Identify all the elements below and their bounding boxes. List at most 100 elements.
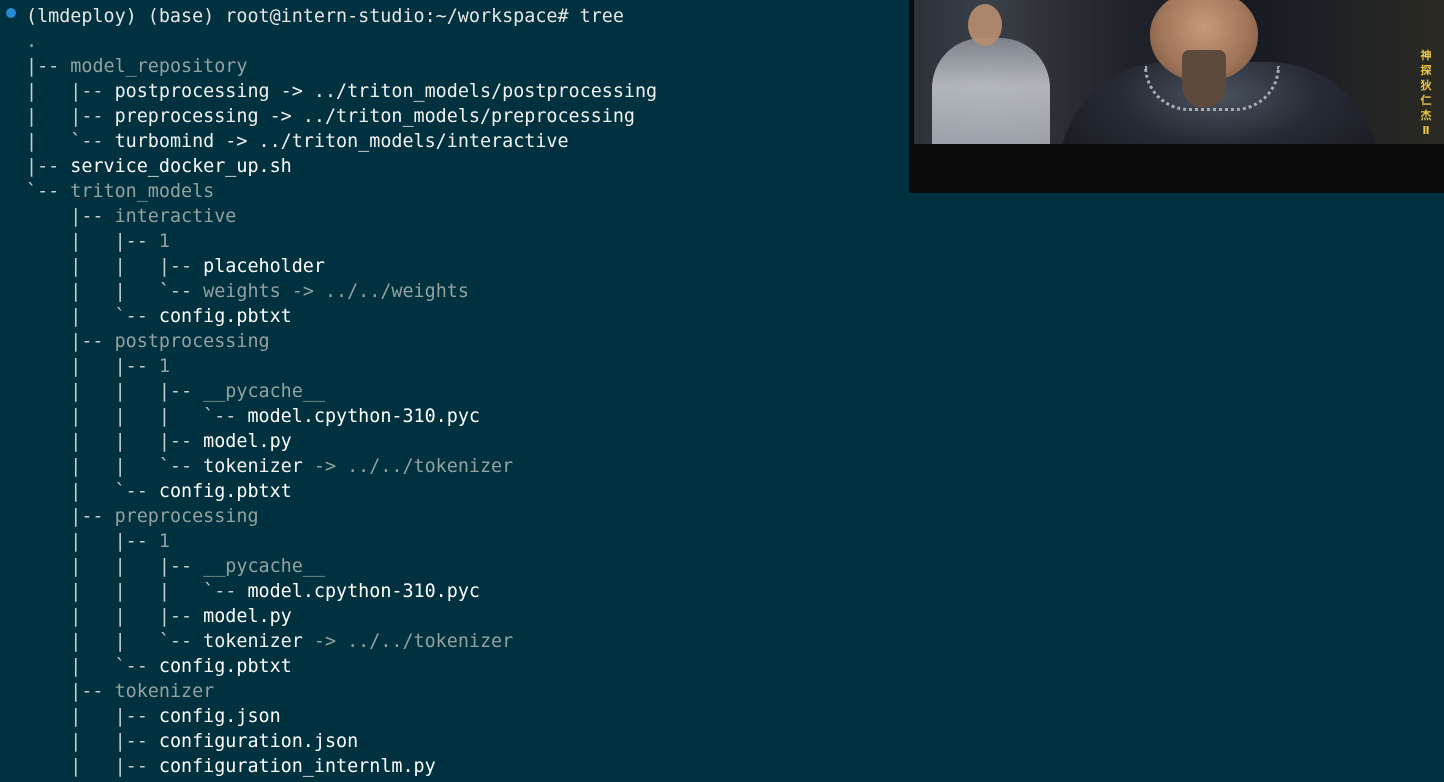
tree-branch: | | `-- [26,456,204,477]
tree-dir-name: 1 [158,531,170,552]
tree-line: . [26,29,37,54]
tree-link-name: postprocessing [114,81,270,102]
tree-branch: | | |-- [26,556,204,577]
tree-line: |-- tokenizer [26,679,214,704]
video-caption: 神探狄仁杰Ⅱ [1420,49,1432,137]
tree-line: | | `-- tokenizer -> ../../tokenizer [26,629,513,654]
tree-line: | |-- 1 [26,229,170,254]
tree-link-name: ../triton_models/preprocessing [302,106,635,127]
tree-branch: | `-- [26,131,115,152]
tree-line: | `-- turbomind -> ../triton_models/inte… [26,129,569,154]
tree-branch: | |-- [26,231,159,252]
tree-line: | |-- configuration.json [26,729,358,754]
tree-link-name: preprocessing [114,106,259,127]
tree-dir-name: -> [280,281,325,302]
command-text: tree [579,6,624,27]
prompt-text: (lmdeploy) (base) root@intern-studio:~/w… [26,6,569,27]
tree-branch: | | |-- [26,431,204,452]
tree-branch: |-- [26,206,115,227]
tree-line: | |-- postprocessing -> ../triton_models… [26,79,657,104]
video-figure-background [932,38,1050,144]
tree-branch: | | |-- [26,256,204,277]
tree-line: | | | `-- model.cpython-310.pyc [26,579,480,604]
tree-link-name: turbomind [114,131,215,152]
tree-link-name: ../triton_models/interactive [258,131,569,152]
tree-line: | `-- config.pbtxt [26,654,292,679]
tree-file-name: model.cpython-310.pyc [247,406,480,427]
tree-branch: | `-- [26,481,159,502]
tree-line: |-- service_docker_up.sh [26,154,292,179]
tree-line: | |-- 1 [26,354,170,379]
tree-line: | | |-- __pycache__ [26,554,325,579]
tree-line: | |-- preprocessing -> ../triton_models/… [26,104,635,129]
terminal-window[interactable]: (lmdeploy) (base) root@intern-studio:~/w… [0,0,1444,782]
tree-branch: | | | `-- [26,581,248,602]
tree-dir-name: preprocessing [114,506,259,527]
tree-line: `-- triton_models [26,179,214,204]
video-frame[interactable]: 神探狄仁杰Ⅱ [914,0,1444,144]
video-figure-background-head [968,4,1002,46]
tree-branch: | |-- [26,706,159,727]
prompt-line: (lmdeploy) (base) root@intern-studio:~/w… [26,4,624,29]
tree-file-name: model.cpython-310.pyc [247,581,480,602]
tree-line: | |-- 1 [26,529,170,554]
tree-file-name: configuration.json [158,731,359,752]
tree-line: | | |-- model.py [26,604,292,629]
tree-dir-name: triton_models [70,181,215,202]
tree-dir-name: tokenizer [114,681,215,702]
tree-branch: |-- [26,681,115,702]
tree-line: |-- postprocessing [26,329,269,354]
tree-line: |-- model_repository [26,54,247,79]
tree-file-name: config.pbtxt [158,306,292,327]
tree-file-name: config.json [158,706,281,727]
tree-branch: `-- [26,181,71,202]
video-overlay[interactable]: 神探狄仁杰Ⅱ [909,0,1444,193]
tree-line: | |-- configuration_internlm.py [26,754,435,779]
tree-branch: | |-- [26,731,159,752]
tree-link-target: ../../weights [324,281,469,302]
tree-file-name: model.py [203,431,292,452]
tree-branch: | | `-- [26,631,204,652]
tree-line: | `-- config.pbtxt [26,479,292,504]
tree-link-name: tokenizer [203,631,303,652]
tree-branch: |-- [26,156,71,177]
tree-dir-name: 1 [158,356,170,377]
tree-dir-name: weights [203,281,281,302]
tree-branch: | | |-- [26,606,204,627]
tree-dir-name: interactive [114,206,237,227]
tree-dir-name: 1 [158,231,170,252]
tree-branch: |-- [26,56,71,77]
tree-branch: | |-- [26,756,159,777]
tree-link-target: ../../tokenizer [347,456,514,477]
tree-link-target: -> [302,456,348,477]
prompt-status-dot [6,8,16,18]
tree-link-name: -> [269,81,314,102]
tree-branch: |-- [26,506,115,527]
tree-link-name: -> [214,131,259,152]
tree-link-name: ../triton_models/postprocessing [313,81,658,102]
tree-branch: | | | `-- [26,406,248,427]
tree-branch: | | `-- [26,281,204,302]
tree-link-target: -> [302,631,348,652]
tree-line: | | |-- model.py [26,429,292,454]
tree-branch: | `-- [26,656,159,677]
tree-line: |-- interactive [26,204,236,229]
tree-branch: |-- [26,331,115,352]
tree-branch: | `-- [26,306,159,327]
tree-dir-name: __pycache__ [203,556,325,577]
tree-line: | `-- config.pbtxt [26,304,292,329]
tree-branch: | |-- [26,106,115,127]
tree-branch: | |-- [26,356,159,377]
tree-line: |-- preprocessing [26,504,259,529]
tree-line: | | |-- placeholder [26,254,325,279]
tree-dir-name: __pycache__ [203,381,325,402]
tree-branch: | | |-- [26,381,204,402]
tree-file-name: config.pbtxt [158,656,292,677]
tree-branch: | |-- [26,81,115,102]
tree-line: | | | `-- model.cpython-310.pyc [26,404,480,429]
tree-file-name: model.py [203,606,292,627]
tree-line: | | `-- weights -> ../../weights [26,279,469,304]
tree-file-name: config.pbtxt [158,481,292,502]
tree-root: . [26,31,38,52]
tree-branch: | |-- [26,531,159,552]
